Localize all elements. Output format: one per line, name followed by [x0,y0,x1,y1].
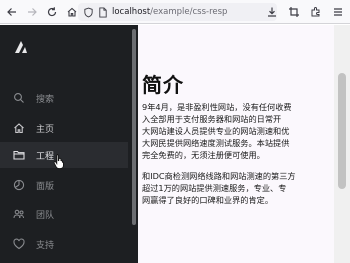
paragraph-line: 入全部用于支付服务器和网站的日常开 [142,114,282,124]
home-icon [13,122,25,134]
sidebar-item-team[interactable]: 团队 [0,201,128,227]
second-paragraph: 和IDC商检测网络线路和网站测速的第三方 超过1万的网站提供测速服务，专业、专 … [142,170,334,206]
sidebar-item-label: 工程 [36,151,55,162]
reload-icon[interactable] [43,3,61,21]
sidebar: 搜索 主页 工程 面版 团队 支持 [0,25,138,263]
sidebar-item-label: 面版 [36,181,55,192]
paragraph-line: 完全免费的，无须注册便可使用。 [142,150,265,160]
download-icon[interactable] [263,3,280,21]
sidebar-item-label: 搜索 [36,94,55,105]
logo-icon[interactable] [13,39,29,55]
extensions-icon[interactable] [307,3,324,21]
hamburger-menu-icon[interactable] [329,3,346,21]
paragraph-line: 大网站建设人员提供专业的网站测速和优 [142,126,290,136]
shield-icon[interactable] [82,6,94,18]
search-icon [13,92,25,104]
url-host: localhost [112,7,151,17]
intro-paragraph: 9年4月，是非盈利性网站，没有任何收费 入全部用于支付服务器和网站的日常开 大网… [142,101,334,161]
back-arrow-icon[interactable] [3,3,21,21]
toolbar-actions [263,3,346,21]
page-viewport: 搜索 主页 工程 面版 团队 支持 简介 9年4月，是非盈利性网站，没有任何收费… [0,25,350,263]
sidebar-item-search[interactable]: 搜索 [0,85,128,111]
paragraph-line: 和IDC商检测网络线路和网站测速的第三方 [142,171,296,181]
sidebar-item-label: 支持 [36,240,55,251]
main-content: 简介 9年4月，是非盈利性网站，没有任何收费 入全部用于支付服务器和网站的日常开… [138,25,334,263]
sidebar-item-support[interactable]: 支持 [0,231,128,257]
forward-arrow-icon[interactable] [23,3,41,21]
url-bar[interactable]: localhost/example/css-resp [78,3,277,21]
sidebar-item-label: 主页 [36,124,55,135]
url-text[interactable]: localhost/example/css-resp [112,7,272,17]
sidebar-scrollbar-thumb[interactable] [132,29,136,225]
sidebar-item-dashboard[interactable]: 面版 [0,172,128,198]
page-title: 简介 [142,73,184,97]
paragraph-line: 9年4月，是非盈利性网站，没有任何收费 [142,102,292,112]
sidebar-item-home[interactable]: 主页 [0,115,128,141]
crop-icon[interactable] [285,3,302,21]
browser-toolbar: localhost/example/css-resp [0,0,350,24]
nav-buttons [0,3,81,21]
paragraph-line: 网赢得了良好的口碑和业界的肯定。 [142,195,274,205]
url-path: /example/css-resp [150,7,228,17]
paragraph-line: 超过1万的网站提供测速服务，专业、专 [142,183,287,193]
main-scrollbar-thumb[interactable] [338,73,346,189]
folder-icon [13,149,25,161]
page-icon[interactable] [97,6,109,18]
paragraph-line: 大网民提供网络速度测试服务。本站提供 [142,138,290,148]
main-scrollbar[interactable] [334,25,350,263]
sidebar-item-label: 团队 [36,210,55,221]
team-icon [13,208,25,220]
chart-icon [13,179,25,191]
hand-cursor-icon [53,153,65,169]
support-icon [13,238,25,250]
sidebar-scrollbar[interactable] [130,25,138,263]
